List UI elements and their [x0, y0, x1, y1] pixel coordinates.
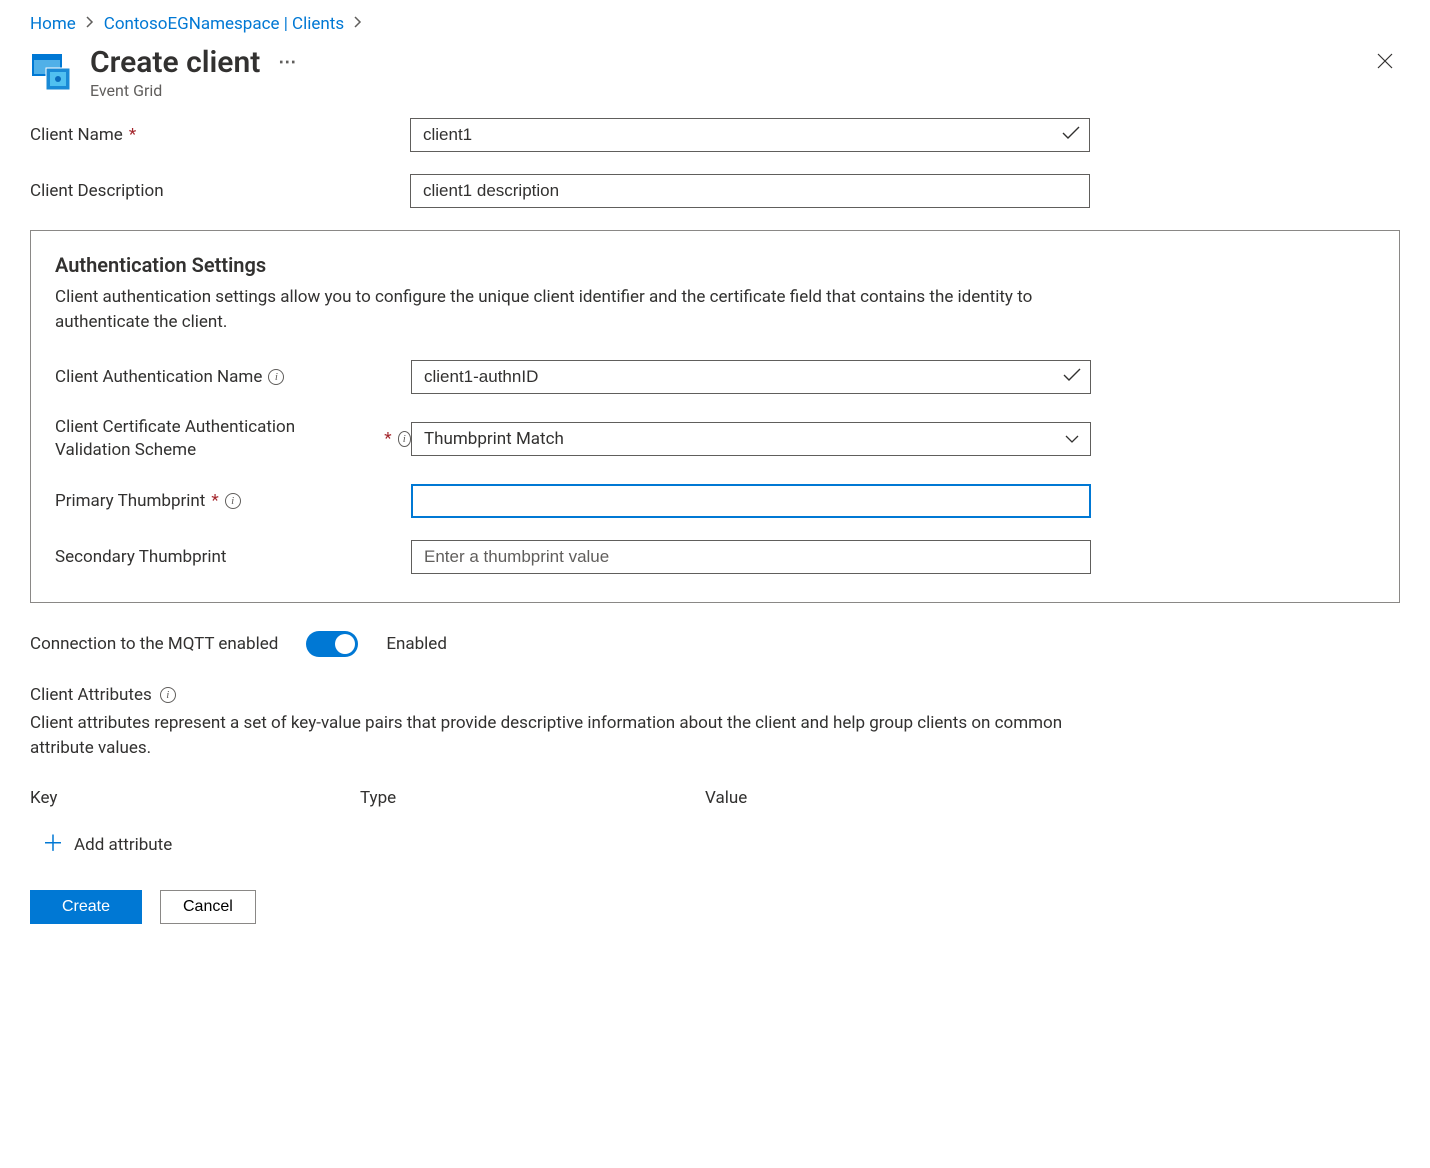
column-value: Value [705, 788, 1400, 808]
client-description-row: Client Description [30, 174, 1400, 208]
client-attributes-description: Client attributes represent a set of key… [30, 711, 1090, 760]
attributes-table-header: Key Type Value [30, 788, 1400, 808]
validation-scheme-row: Client Certificate Authentication Valida… [55, 416, 1375, 462]
client-name-row: Client Name* [30, 118, 1400, 152]
client-name-label: Client Name* [30, 125, 410, 145]
breadcrumb: Home ContosoEGNamespace | Clients [30, 0, 1400, 40]
auth-name-row: Client Authentication Name i [55, 360, 1375, 394]
client-description-input[interactable] [410, 174, 1090, 208]
validation-scheme-label: Client Certificate Authentication Valida… [55, 416, 411, 462]
required-indicator: * [384, 428, 391, 451]
chevron-right-icon [86, 16, 94, 32]
mqtt-state-label: Enabled [386, 634, 447, 654]
page-subtitle: Event Grid [90, 81, 298, 100]
primary-thumbprint-input[interactable] [411, 484, 1091, 518]
resource-icon [30, 50, 74, 94]
info-icon[interactable]: i [398, 431, 411, 447]
create-button[interactable]: Create [30, 890, 142, 924]
page-header: Create client ⋯ Event Grid [30, 40, 1400, 118]
auth-name-input[interactable] [411, 360, 1091, 394]
mqtt-toggle[interactable] [306, 631, 358, 657]
client-attributes-label: Client Attributes i [30, 685, 1400, 705]
secondary-thumbprint-row: Secondary Thumbprint [55, 540, 1375, 574]
info-icon[interactable]: i [268, 369, 284, 385]
validation-scheme-select[interactable]: Thumbprint Match [411, 422, 1091, 456]
secondary-thumbprint-label: Secondary Thumbprint [55, 547, 411, 567]
required-indicator: * [211, 491, 218, 511]
page-title: Create client [90, 46, 260, 79]
more-menu[interactable]: ⋯ [278, 53, 298, 73]
client-name-input[interactable] [410, 118, 1090, 152]
authentication-settings-box: Authentication Settings Client authentic… [30, 230, 1400, 603]
footer-actions: Create Cancel [30, 890, 1400, 924]
secondary-thumbprint-input[interactable] [411, 540, 1091, 574]
mqtt-label: Connection to the MQTT enabled [30, 634, 278, 654]
close-icon [1376, 52, 1394, 70]
primary-thumbprint-label: Primary Thumbprint* i [55, 491, 411, 511]
required-indicator: * [129, 125, 136, 145]
info-icon[interactable]: i [225, 493, 241, 509]
column-key: Key [30, 788, 360, 808]
close-button[interactable] [1370, 46, 1400, 80]
auth-settings-title: Authentication Settings [55, 253, 1375, 277]
primary-thumbprint-row: Primary Thumbprint* i [55, 484, 1375, 518]
plus-icon: ＋ [42, 834, 64, 856]
add-attribute-button[interactable]: ＋ Add attribute [30, 834, 1400, 856]
column-type: Type [360, 788, 705, 808]
breadcrumb-namespace[interactable]: ContosoEGNamespace | Clients [104, 14, 344, 34]
auth-settings-description: Client authentication settings allow you… [55, 285, 1075, 334]
client-description-label: Client Description [30, 181, 410, 201]
info-icon[interactable]: i [160, 687, 176, 703]
cancel-button[interactable]: Cancel [160, 890, 256, 924]
auth-name-label: Client Authentication Name i [55, 367, 411, 387]
breadcrumb-home[interactable]: Home [30, 14, 76, 34]
mqtt-toggle-row: Connection to the MQTT enabled Enabled [30, 631, 1400, 657]
chevron-right-icon [354, 16, 362, 32]
